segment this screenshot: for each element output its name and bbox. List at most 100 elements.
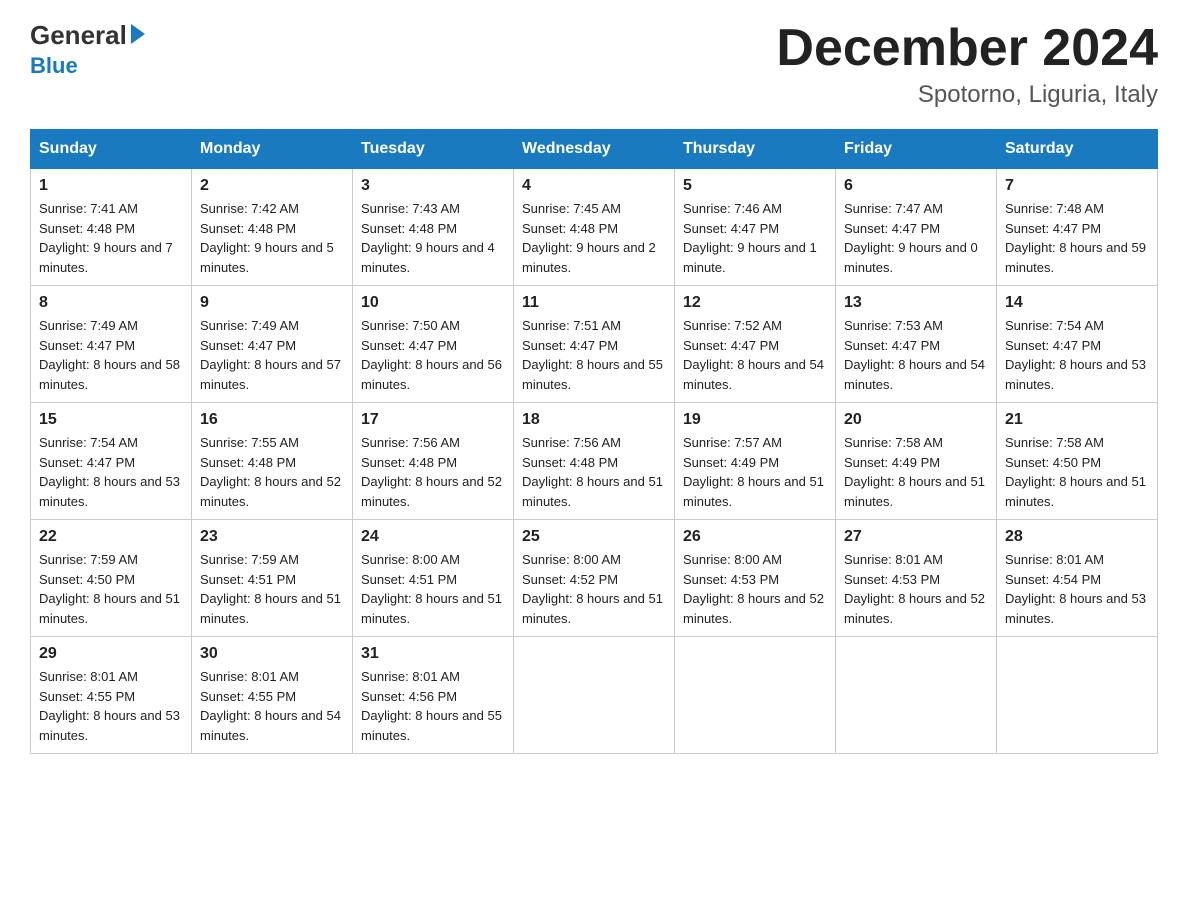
day-info: Sunrise: 7:52 AM Sunset: 4:47 PM Dayligh…: [683, 316, 827, 394]
calendar-cell: 5 Sunrise: 7:46 AM Sunset: 4:47 PM Dayli…: [675, 169, 836, 286]
day-number: 13: [844, 294, 988, 312]
calendar-cell: 31 Sunrise: 8:01 AM Sunset: 4:56 PM Dayl…: [353, 637, 514, 754]
day-number: 19: [683, 411, 827, 429]
day-number: 24: [361, 528, 505, 546]
calendar-cell: 21 Sunrise: 7:58 AM Sunset: 4:50 PM Dayl…: [997, 403, 1158, 520]
day-info: Sunrise: 7:49 AM Sunset: 4:47 PM Dayligh…: [39, 316, 183, 394]
calendar-cell: [836, 637, 997, 754]
day-info: Sunrise: 7:56 AM Sunset: 4:48 PM Dayligh…: [361, 433, 505, 511]
calendar-cell: [997, 637, 1158, 754]
day-info: Sunrise: 8:01 AM Sunset: 4:55 PM Dayligh…: [200, 667, 344, 745]
day-info: Sunrise: 8:01 AM Sunset: 4:54 PM Dayligh…: [1005, 550, 1149, 628]
calendar-cell: 8 Sunrise: 7:49 AM Sunset: 4:47 PM Dayli…: [31, 286, 192, 403]
day-info: Sunrise: 7:48 AM Sunset: 4:47 PM Dayligh…: [1005, 199, 1149, 277]
day-number: 1: [39, 177, 183, 195]
day-info: Sunrise: 7:53 AM Sunset: 4:47 PM Dayligh…: [844, 316, 988, 394]
calendar-cell: 25 Sunrise: 8:00 AM Sunset: 4:52 PM Dayl…: [514, 520, 675, 637]
day-info: Sunrise: 8:00 AM Sunset: 4:51 PM Dayligh…: [361, 550, 505, 628]
day-info: Sunrise: 8:00 AM Sunset: 4:52 PM Dayligh…: [522, 550, 666, 628]
calendar-cell: 2 Sunrise: 7:42 AM Sunset: 4:48 PM Dayli…: [192, 169, 353, 286]
calendar-cell: 30 Sunrise: 8:01 AM Sunset: 4:55 PM Dayl…: [192, 637, 353, 754]
day-number: 23: [200, 528, 344, 546]
day-number: 2: [200, 177, 344, 195]
calendar-cell: [514, 637, 675, 754]
title-block: December 2024 Spotorno, Liguria, Italy: [776, 20, 1158, 109]
day-info: Sunrise: 7:54 AM Sunset: 4:47 PM Dayligh…: [39, 433, 183, 511]
calendar-cell: 14 Sunrise: 7:54 AM Sunset: 4:47 PM Dayl…: [997, 286, 1158, 403]
day-info: Sunrise: 8:01 AM Sunset: 4:56 PM Dayligh…: [361, 667, 505, 745]
week-row-3: 15 Sunrise: 7:54 AM Sunset: 4:47 PM Dayl…: [31, 403, 1158, 520]
day-number: 12: [683, 294, 827, 312]
day-number: 11: [522, 294, 666, 312]
day-number: 10: [361, 294, 505, 312]
day-number: 4: [522, 177, 666, 195]
day-number: 7: [1005, 177, 1149, 195]
calendar-table: SundayMondayTuesdayWednesdayThursdayFrid…: [30, 129, 1158, 754]
calendar-cell: 18 Sunrise: 7:56 AM Sunset: 4:48 PM Dayl…: [514, 403, 675, 520]
week-row-1: 1 Sunrise: 7:41 AM Sunset: 4:48 PM Dayli…: [31, 169, 1158, 286]
week-row-5: 29 Sunrise: 8:01 AM Sunset: 4:55 PM Dayl…: [31, 637, 1158, 754]
week-row-2: 8 Sunrise: 7:49 AM Sunset: 4:47 PM Dayli…: [31, 286, 1158, 403]
day-info: Sunrise: 7:43 AM Sunset: 4:48 PM Dayligh…: [361, 199, 505, 277]
day-number: 8: [39, 294, 183, 312]
day-info: Sunrise: 7:51 AM Sunset: 4:47 PM Dayligh…: [522, 316, 666, 394]
day-info: Sunrise: 7:42 AM Sunset: 4:48 PM Dayligh…: [200, 199, 344, 277]
calendar-cell: 15 Sunrise: 7:54 AM Sunset: 4:47 PM Dayl…: [31, 403, 192, 520]
header-friday: Friday: [836, 130, 997, 169]
calendar-cell: 11 Sunrise: 7:51 AM Sunset: 4:47 PM Dayl…: [514, 286, 675, 403]
calendar-cell: 9 Sunrise: 7:49 AM Sunset: 4:47 PM Dayli…: [192, 286, 353, 403]
day-number: 17: [361, 411, 505, 429]
calendar-cell: 26 Sunrise: 8:00 AM Sunset: 4:53 PM Dayl…: [675, 520, 836, 637]
calendar-cell: 6 Sunrise: 7:47 AM Sunset: 4:47 PM Dayli…: [836, 169, 997, 286]
day-number: 14: [1005, 294, 1149, 312]
day-info: Sunrise: 7:46 AM Sunset: 4:47 PM Dayligh…: [683, 199, 827, 277]
calendar-cell: 7 Sunrise: 7:48 AM Sunset: 4:47 PM Dayli…: [997, 169, 1158, 286]
day-number: 26: [683, 528, 827, 546]
day-info: Sunrise: 7:47 AM Sunset: 4:47 PM Dayligh…: [844, 199, 988, 277]
day-number: 21: [1005, 411, 1149, 429]
day-number: 20: [844, 411, 988, 429]
calendar-cell: 23 Sunrise: 7:59 AM Sunset: 4:51 PM Dayl…: [192, 520, 353, 637]
day-info: Sunrise: 7:56 AM Sunset: 4:48 PM Dayligh…: [522, 433, 666, 511]
header-saturday: Saturday: [997, 130, 1158, 169]
calendar-cell: 20 Sunrise: 7:58 AM Sunset: 4:49 PM Dayl…: [836, 403, 997, 520]
day-info: Sunrise: 7:49 AM Sunset: 4:47 PM Dayligh…: [200, 316, 344, 394]
day-info: Sunrise: 7:57 AM Sunset: 4:49 PM Dayligh…: [683, 433, 827, 511]
day-info: Sunrise: 8:01 AM Sunset: 4:53 PM Dayligh…: [844, 550, 988, 628]
day-info: Sunrise: 7:45 AM Sunset: 4:48 PM Dayligh…: [522, 199, 666, 277]
day-info: Sunrise: 8:00 AM Sunset: 4:53 PM Dayligh…: [683, 550, 827, 628]
calendar-cell: 10 Sunrise: 7:50 AM Sunset: 4:47 PM Dayl…: [353, 286, 514, 403]
day-info: Sunrise: 7:41 AM Sunset: 4:48 PM Dayligh…: [39, 199, 183, 277]
header-tuesday: Tuesday: [353, 130, 514, 169]
calendar-cell: 12 Sunrise: 7:52 AM Sunset: 4:47 PM Dayl…: [675, 286, 836, 403]
day-info: Sunrise: 7:54 AM Sunset: 4:47 PM Dayligh…: [1005, 316, 1149, 394]
header-wednesday: Wednesday: [514, 130, 675, 169]
day-number: 25: [522, 528, 666, 546]
week-row-4: 22 Sunrise: 7:59 AM Sunset: 4:50 PM Dayl…: [31, 520, 1158, 637]
day-number: 3: [361, 177, 505, 195]
calendar-cell: 1 Sunrise: 7:41 AM Sunset: 4:48 PM Dayli…: [31, 169, 192, 286]
header-monday: Monday: [192, 130, 353, 169]
logo-general-text: General: [30, 20, 127, 51]
day-number: 16: [200, 411, 344, 429]
day-number: 5: [683, 177, 827, 195]
logo-blue-text: Blue: [30, 53, 78, 79]
calendar-subtitle: Spotorno, Liguria, Italy: [776, 81, 1158, 109]
header-sunday: Sunday: [31, 130, 192, 169]
calendar-cell: 16 Sunrise: 7:55 AM Sunset: 4:48 PM Dayl…: [192, 403, 353, 520]
calendar-cell: 4 Sunrise: 7:45 AM Sunset: 4:48 PM Dayli…: [514, 169, 675, 286]
day-info: Sunrise: 8:01 AM Sunset: 4:55 PM Dayligh…: [39, 667, 183, 745]
calendar-header-row: SundayMondayTuesdayWednesdayThursdayFrid…: [31, 130, 1158, 169]
day-number: 28: [1005, 528, 1149, 546]
calendar-cell: 19 Sunrise: 7:57 AM Sunset: 4:49 PM Dayl…: [675, 403, 836, 520]
day-info: Sunrise: 7:58 AM Sunset: 4:49 PM Dayligh…: [844, 433, 988, 511]
calendar-cell: [675, 637, 836, 754]
day-number: 30: [200, 645, 344, 663]
calendar-cell: 3 Sunrise: 7:43 AM Sunset: 4:48 PM Dayli…: [353, 169, 514, 286]
calendar-cell: 13 Sunrise: 7:53 AM Sunset: 4:47 PM Dayl…: [836, 286, 997, 403]
logo: General Blue: [30, 20, 145, 79]
logo-arrow-icon: [131, 24, 145, 44]
day-number: 27: [844, 528, 988, 546]
day-info: Sunrise: 7:55 AM Sunset: 4:48 PM Dayligh…: [200, 433, 344, 511]
day-info: Sunrise: 7:58 AM Sunset: 4:50 PM Dayligh…: [1005, 433, 1149, 511]
